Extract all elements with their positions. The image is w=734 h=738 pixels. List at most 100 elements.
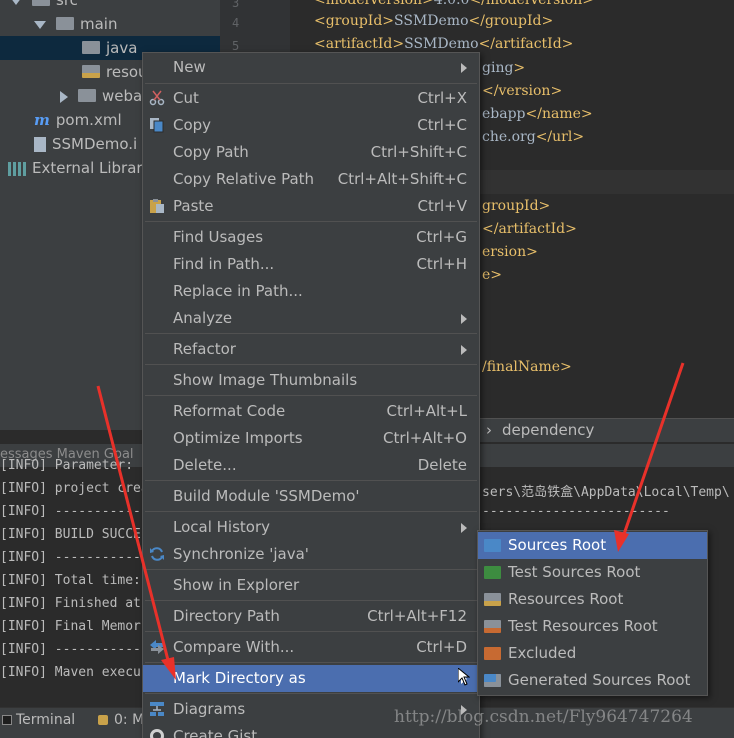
diagram-icon — [150, 702, 164, 716]
scissors-icon — [149, 90, 165, 106]
github-icon — [150, 729, 164, 738]
maven-icon: m — [34, 111, 50, 129]
test-resources-folder-icon — [484, 620, 501, 633]
menu-item-copy-relative-path[interactable]: Copy Relative Path Ctrl+Alt+Shift+C — [143, 166, 479, 193]
menu-item-analyze[interactable]: Analyze — [143, 305, 479, 332]
code-line: </version> — [482, 83, 563, 99]
copy-icon — [150, 118, 164, 133]
menu-separator — [145, 333, 477, 334]
submenu-item-generated-sources-root[interactable]: Generated Sources Root — [478, 667, 707, 694]
menu-item-copy-path[interactable]: Copy Path Ctrl+Shift+C — [143, 139, 479, 166]
menu-separator — [145, 395, 477, 396]
folder-icon — [82, 41, 100, 54]
menu-item-mark-directory-as[interactable]: Mark Directory as — [143, 665, 479, 692]
code-line: ging> — [482, 60, 526, 76]
submenu-arrow-icon — [461, 345, 467, 355]
console-dashes: ------------------------ — [482, 504, 670, 519]
code-line: <artifactId>SSMDemo</artifactId> — [314, 36, 574, 52]
chevron-down-icon[interactable] — [34, 20, 46, 29]
code-line: groupId> — [482, 198, 551, 214]
menu-item-refactor[interactable]: Refactor — [143, 336, 479, 363]
menu-separator — [145, 83, 477, 84]
terminal-icon — [2, 715, 12, 725]
menu-item-new[interactable]: New — [143, 54, 479, 81]
menu-separator — [145, 569, 477, 570]
code-line: ebapp</name> — [482, 106, 593, 122]
menu-item-show-image-thumbnails[interactable]: Show Image Thumbnails — [143, 367, 479, 394]
console-line: [INFO] Finished at — [0, 596, 141, 611]
submenu-item-excluded[interactable]: Excluded — [478, 640, 707, 667]
mark-directory-submenu: Sources Root Test Sources Root Resources… — [477, 530, 708, 696]
menu-item-replace-in-path[interactable]: Replace in Path... — [143, 278, 479, 305]
menu-item-delete[interactable]: Delete... Delete — [143, 452, 479, 479]
menu-separator — [145, 221, 477, 222]
submenu-arrow-icon — [461, 523, 467, 533]
compare-icon — [150, 640, 164, 654]
menu-item-compare-with[interactable]: Compare With... Ctrl+D — [143, 634, 479, 661]
console-line: [INFO] BUILD SUCCE — [0, 527, 141, 542]
tree-item-pom[interactable]: m pom.xml — [34, 108, 122, 132]
chevron-down-icon[interactable] — [10, 0, 22, 5]
menu-item-local-history[interactable]: Local History — [143, 514, 479, 541]
folder-icon — [56, 17, 74, 30]
menu-separator — [145, 631, 477, 632]
watermark-text: http://blog.csdn.net/Fly964747264 — [394, 707, 693, 727]
code-line: che.org</url> — [482, 129, 585, 145]
menu-item-build-module[interactable]: Build Module 'SSMDemo' — [143, 483, 479, 510]
folder-icon — [78, 89, 96, 102]
tree-item-resources[interactable]: resou — [82, 60, 148, 84]
console-line: [INFO] project crea — [0, 481, 149, 496]
context-menu: New Cut Ctrl+X Copy Ctrl+C Copy Path Ctrl+S… — [142, 52, 480, 738]
menu-separator — [145, 693, 477, 694]
menu-item-copy[interactable]: Copy Ctrl+C — [143, 112, 479, 139]
messages-tab[interactable]: 0: M — [98, 712, 144, 728]
menu-separator — [145, 364, 477, 365]
terminal-tab[interactable]: Terminal — [2, 712, 75, 728]
menu-separator — [145, 511, 477, 512]
line-number: 5 — [232, 39, 240, 53]
code-line: <groupId>SSMDemo</groupId> — [314, 13, 554, 29]
submenu-item-sources-root[interactable]: Sources Root — [478, 532, 707, 559]
menu-item-cut[interactable]: Cut Ctrl+X — [143, 85, 479, 112]
submenu-item-test-resources-root[interactable]: Test Resources Root — [478, 613, 707, 640]
module-file-icon — [34, 137, 46, 152]
console-line: [INFO] ----------- — [0, 642, 141, 657]
tree-item-webapp[interactable]: weba — [60, 84, 142, 108]
menu-item-show-in-explorer[interactable]: Show in Explorer — [143, 572, 479, 599]
generated-sources-folder-icon — [484, 674, 501, 687]
menu-item-paste[interactable]: Paste Ctrl+V — [143, 193, 479, 220]
line-number: 3 — [232, 0, 240, 10]
resources-folder-icon — [484, 593, 501, 606]
tree-item-src[interactable]: src — [10, 0, 78, 12]
tree-item-iml[interactable]: SSMDemo.i — [34, 132, 137, 156]
menu-item-directory-path[interactable]: Directory Path Ctrl+Alt+F12 — [143, 603, 479, 630]
submenu-item-resources-root[interactable]: Resources Root — [478, 586, 707, 613]
resources-folder-icon — [82, 65, 100, 78]
paste-icon — [150, 199, 164, 213]
console-line: [INFO] Total time: — [0, 573, 141, 588]
menu-item-reformat-code[interactable]: Reformat Code Ctrl+Alt+L — [143, 398, 479, 425]
excluded-folder-icon — [484, 647, 501, 660]
breadcrumb-item-dependency[interactable]: dependency — [502, 421, 594, 439]
tree-item-external-libraries[interactable]: External Librari — [8, 156, 147, 180]
menu-item-synchronize[interactable]: Synchronize 'java' — [143, 541, 479, 568]
menu-item-optimize-imports[interactable]: Optimize Imports Ctrl+Alt+O — [143, 425, 479, 452]
test-sources-folder-icon — [484, 566, 501, 579]
menu-item-find-in-path[interactable]: Find in Path... Ctrl+H — [143, 251, 479, 278]
messages-icon — [98, 715, 108, 725]
menu-item-find-usages[interactable]: Find Usages Ctrl+G — [143, 224, 479, 251]
tree-item-main[interactable]: main — [34, 12, 117, 36]
submenu-arrow-icon — [461, 63, 467, 73]
chevron-right-icon: › — [486, 421, 492, 439]
code-line: </artifactId> — [482, 221, 577, 237]
menu-separator — [145, 600, 477, 601]
code-line: <modelVersion>4.0.0</modelVersion> — [314, 0, 594, 8]
submenu-item-test-sources-root[interactable]: Test Sources Root — [478, 559, 707, 586]
code-line: /finalName> — [482, 359, 572, 375]
sources-root-folder-icon — [484, 539, 501, 552]
line-number: 4 — [232, 16, 240, 30]
folder-icon — [32, 0, 50, 6]
console-line: [INFO] Maven execu — [0, 665, 141, 680]
console-line: [INFO] Parameter: — [0, 458, 134, 473]
chevron-right-icon[interactable] — [60, 90, 68, 103]
